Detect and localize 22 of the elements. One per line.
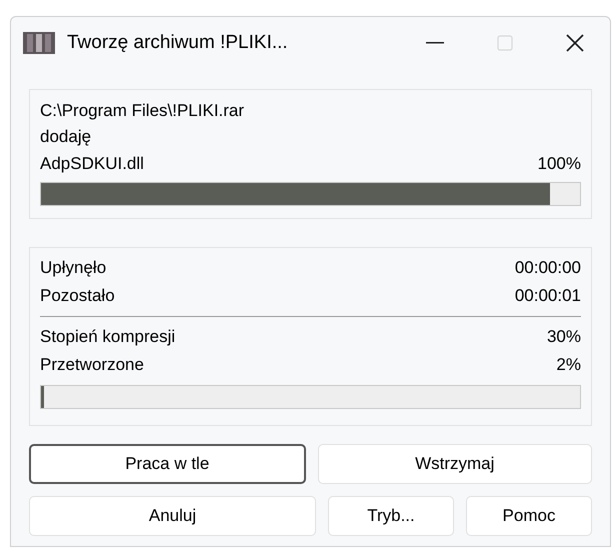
field-value: 100% [538,153,581,175]
maximize-icon [497,35,513,51]
field-value: 30% [546,326,581,348]
close-icon [566,34,584,52]
archive-app-icon [23,32,55,54]
dialog-button[interactable]: Tryb... [328,496,454,536]
dialog-button[interactable]: Wstrzymaj [318,444,592,484]
field-label: Pozostało [40,285,115,307]
field-label: Stopień kompresji [40,326,176,348]
dialog-button[interactable]: Anuluj [29,496,316,536]
action-label: dodaję [40,126,92,148]
field-label: Upłynęło [40,257,106,279]
field-value: 00:00:01 [514,285,581,307]
field-value: 2% [556,354,581,376]
field-label: Przetworzone [40,354,144,376]
field-label: AdpSDKUI.dll [40,153,144,175]
archive-path: C:\Program Files\!PLIKI.rar [40,100,246,122]
minimize-icon [426,42,444,44]
window-title: Tworzę archiwum !PLIKI... [67,30,288,55]
dialog-button[interactable]: Praca w tle [29,444,306,484]
dialog-button[interactable]: Pomoc [466,496,592,536]
field-value: 00:00:00 [514,257,581,279]
